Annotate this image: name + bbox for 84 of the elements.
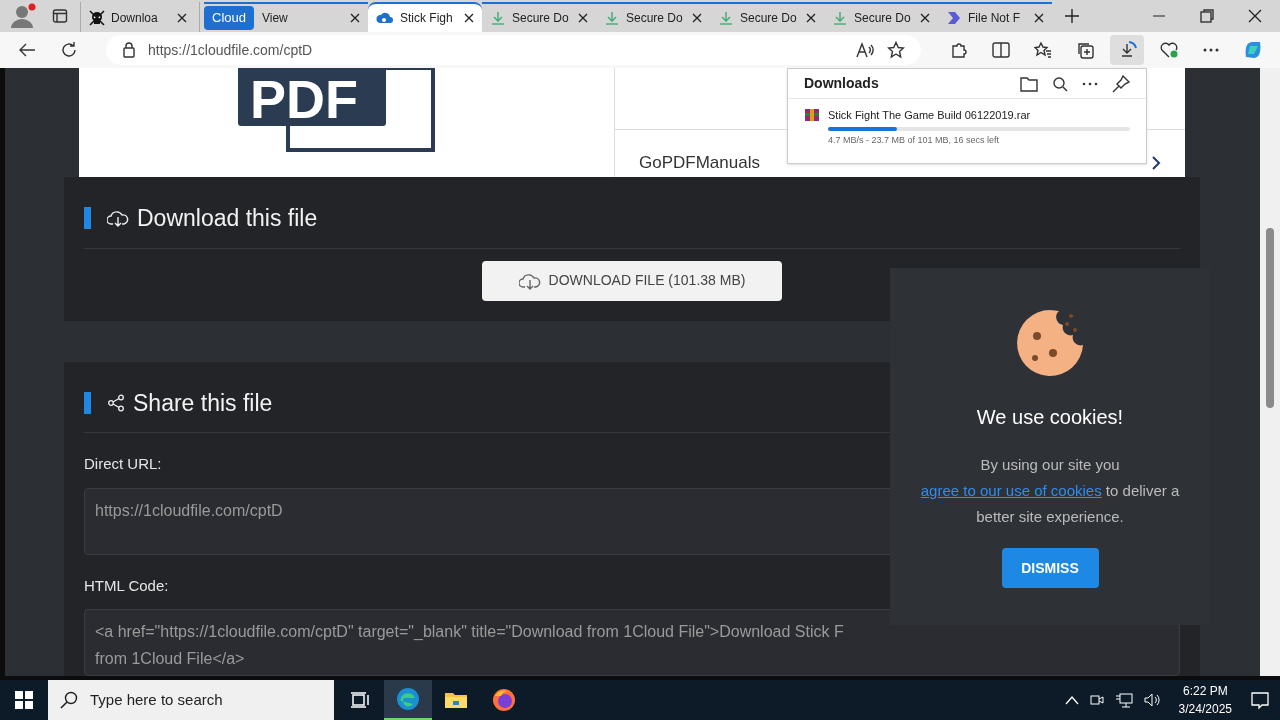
chevron-up-icon[interactable] (1064, 695, 1079, 705)
puzzle-icon (950, 41, 968, 59)
address-bar[interactable]: https://1cloudfile.com/cptD (106, 35, 921, 65)
close-icon[interactable] (805, 13, 816, 23)
close-icon[interactable] (919, 13, 930, 23)
task-view-icon (350, 691, 370, 709)
browser-tab[interactable]: Stick Figh (367, 2, 482, 32)
section-accent-bar (84, 391, 91, 414)
folder-icon (444, 690, 468, 710)
cookie-icon (1015, 308, 1085, 378)
section-title: Download this file (137, 204, 318, 233)
ad-brand: GoPDFManuals (639, 152, 760, 174)
share-icon (107, 393, 125, 412)
logo-text: PDF (250, 72, 358, 126)
network-icon[interactable] (1114, 692, 1133, 708)
panel-title: Downloads (804, 74, 880, 93)
download-icon (717, 10, 734, 26)
dismiss-button[interactable]: DISMISS (1001, 548, 1099, 588)
profile-icon[interactable] (8, 2, 36, 30)
close-icon[interactable] (577, 13, 588, 23)
chevron-right-icon (1151, 154, 1161, 171)
section-title: Share this file (133, 388, 273, 418)
more-icon[interactable] (1082, 81, 1098, 86)
section-accent-bar (84, 207, 91, 230)
date-text: 3/24/2025 (1178, 701, 1232, 718)
cloud-download-icon (107, 209, 129, 228)
firefox-icon (492, 688, 516, 712)
download-file-button[interactable]: DOWNLOAD FILE (101.38 MB) (482, 260, 782, 301)
close-icon[interactable] (463, 13, 474, 23)
tab-group-label[interactable]: Cloud (204, 6, 254, 30)
browser-tab[interactable]: Downloa (81, 2, 195, 32)
arrow-icon (18, 42, 36, 58)
download-status: 4.7 MB/s - 23.7 MB of 101 MB, 16 secs left (828, 133, 1001, 147)
heart-check-icon (1159, 41, 1179, 59)
archive-icon (804, 107, 820, 123)
collections-stack-icon (1076, 41, 1094, 59)
chevron-logo-icon (945, 10, 962, 26)
field-text: from 1Cloud File</a> (95, 649, 245, 669)
downloads-icon[interactable] (1110, 35, 1144, 65)
pin-icon[interactable] (1112, 74, 1130, 93)
popup-title: We use cookies! (976, 405, 1124, 430)
download-item[interactable]: Stick Fight The Game Build 06122019.rar 4.7 MB/s - 23.7 MB of 101 MB, 16 secs left (788, 99, 1146, 155)
download-icon (489, 10, 506, 26)
new-tab-icon[interactable] (1063, 8, 1080, 24)
volume-icon[interactable] (1142, 692, 1161, 708)
cloud-download-icon (518, 271, 541, 290)
search-icon (60, 691, 78, 709)
close-icon[interactable] (691, 13, 702, 23)
refresh-arrow-icon (60, 41, 78, 59)
field-label: Direct URL: (84, 454, 162, 474)
file-name: Stick Fight The Game Build 06122019.rar (828, 108, 1032, 123)
restore-icon[interactable] (1200, 9, 1214, 23)
read-aloud-icon[interactable] (855, 42, 875, 58)
download-icon (603, 10, 620, 26)
taskbar-app[interactable] (384, 680, 432, 720)
taskbar-search-field[interactable]: Type here to search (48, 680, 334, 720)
scrollbar[interactable] (1260, 68, 1280, 676)
ellipsis-icon (1203, 48, 1219, 52)
field-text: <a href="https://1cloudfile.com/cptD" target="_blank" title="Download from 1Cloud File">Download Stick F (95, 622, 844, 642)
close-icon[interactable] (1248, 9, 1262, 23)
close-icon[interactable] (1033, 13, 1044, 23)
camera-icon[interactable] (1088, 692, 1105, 708)
windows-start-icon[interactable] (15, 691, 33, 709)
download-icon (831, 10, 848, 26)
search-icon[interactable] (1052, 75, 1068, 92)
time-text: 6:22 PM (1182, 683, 1228, 700)
close-icon[interactable] (177, 13, 187, 23)
cloud-icon (375, 10, 394, 26)
clock[interactable]: 6:22 PM 3/24/2025 (1170, 682, 1240, 718)
search-input[interactable]: Type here to search (90, 688, 310, 712)
star-list-icon (1034, 41, 1052, 59)
edge-icon (396, 687, 420, 711)
url-text: https://1cloudfile.com/cptD (148, 40, 314, 60)
folder-outline-icon[interactable] (1020, 75, 1038, 92)
text-field[interactable]: <a href="https://1cloudfile.com/cptD" target="_blank" title="Download from 1Cloud File">Download Stick F from 1Cloud File</a> (84, 609, 1180, 676)
notification-icon[interactable] (1250, 690, 1270, 710)
field-text: https://1cloudfile.com/cptD (95, 500, 283, 521)
tab-actions-icon[interactable] (52, 8, 68, 24)
lock-icon (122, 42, 136, 58)
split-icon (992, 42, 1010, 58)
star-icon[interactable] (887, 41, 905, 59)
field-label: HTML Code: (84, 575, 169, 596)
skull-icon (89, 10, 105, 26)
close-icon[interactable] (349, 13, 360, 23)
